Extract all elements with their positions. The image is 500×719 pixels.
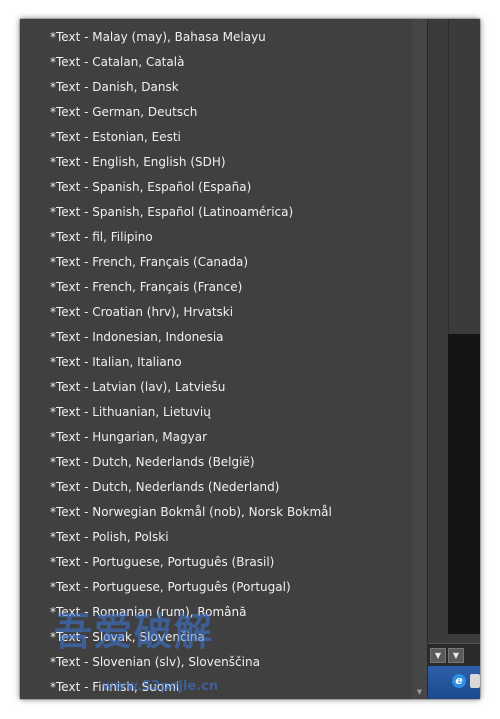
- language-option[interactable]: *Text - Finnish, Suomi: [20, 675, 412, 699]
- scroll-down-arrow-icon[interactable]: ▼: [412, 685, 427, 699]
- language-option[interactable]: *Text - English, English (SDH): [20, 150, 412, 175]
- language-option[interactable]: *Text - Estonian, Eesti: [20, 125, 412, 150]
- language-option[interactable]: *Text - Hungarian, Magyar: [20, 425, 412, 450]
- taskbar: e: [428, 666, 480, 699]
- language-option[interactable]: *Text - Latvian (lav), Latviešu: [20, 375, 412, 400]
- language-option[interactable]: *Text - fil, Filipino: [20, 225, 412, 250]
- tray-icon[interactable]: [470, 674, 480, 688]
- language-option[interactable]: *Text - Catalan, Català: [20, 50, 412, 75]
- background-app-window: ▼ ▼ e: [428, 19, 480, 699]
- panel-divider: [448, 19, 449, 334]
- language-list: *Text - Malay (may), Bahasa Melayu *Text …: [20, 25, 412, 699]
- language-option[interactable]: *Text - Slovak, Slovenčina: [20, 625, 412, 650]
- language-option[interactable]: *Text - Spanish, Español (España): [20, 175, 412, 200]
- toolbar-dropdown-button-2[interactable]: ▼: [448, 648, 464, 663]
- language-option[interactable]: *Text - Danish, Dansk: [20, 75, 412, 100]
- language-option[interactable]: *Text - Italian, Italiano: [20, 350, 412, 375]
- language-option[interactable]: *Text - Croatian (hrv), Hrvatski: [20, 300, 412, 325]
- language-option[interactable]: *Text - Dutch, Nederlands (Nederland): [20, 475, 412, 500]
- language-option[interactable]: *Text - German, Deutsch: [20, 100, 412, 125]
- screenshot-frame: ▼ ▼ e *Text - Malay (may), Bahasa Melayu…: [20, 19, 480, 699]
- background-toolbar: ▼ ▼: [428, 643, 480, 666]
- language-option[interactable]: *Text - Slovenian (slv), Slovenščina: [20, 650, 412, 675]
- language-option[interactable]: *Text - Romanian (rum), Română: [20, 600, 412, 625]
- language-option[interactable]: *Text - Portuguese, Português (Portugal): [20, 575, 412, 600]
- language-option[interactable]: *Text - Lithuanian, Lietuvių: [20, 400, 412, 425]
- language-option[interactable]: *Text - French, Français (Canada): [20, 250, 412, 275]
- language-option[interactable]: *Text - Portuguese, Português (Brasil): [20, 550, 412, 575]
- subtitle-language-dropdown[interactable]: *Text - Malay (may), Bahasa Melayu *Text …: [20, 19, 428, 699]
- dropdown-scrollbar[interactable]: ▼: [412, 19, 427, 699]
- browser-icon[interactable]: e: [452, 674, 466, 688]
- language-option[interactable]: *Text - Dutch, Nederlands (België): [20, 450, 412, 475]
- language-option[interactable]: *Text - Spanish, Español (Latinoamérica): [20, 200, 412, 225]
- language-option[interactable]: *Text - French, Français (France): [20, 275, 412, 300]
- video-preview-panel: [448, 334, 480, 634]
- language-option[interactable]: *Text - Norwegian Bokmål (nob), Norsk Bo…: [20, 500, 412, 525]
- language-option[interactable]: *Text - Indonesian, Indonesia: [20, 325, 412, 350]
- toolbar-dropdown-button-1[interactable]: ▼: [430, 648, 446, 663]
- language-option[interactable]: *Text - Malay (may), Bahasa Melayu: [20, 25, 412, 50]
- language-option[interactable]: *Text - Polish, Polski: [20, 525, 412, 550]
